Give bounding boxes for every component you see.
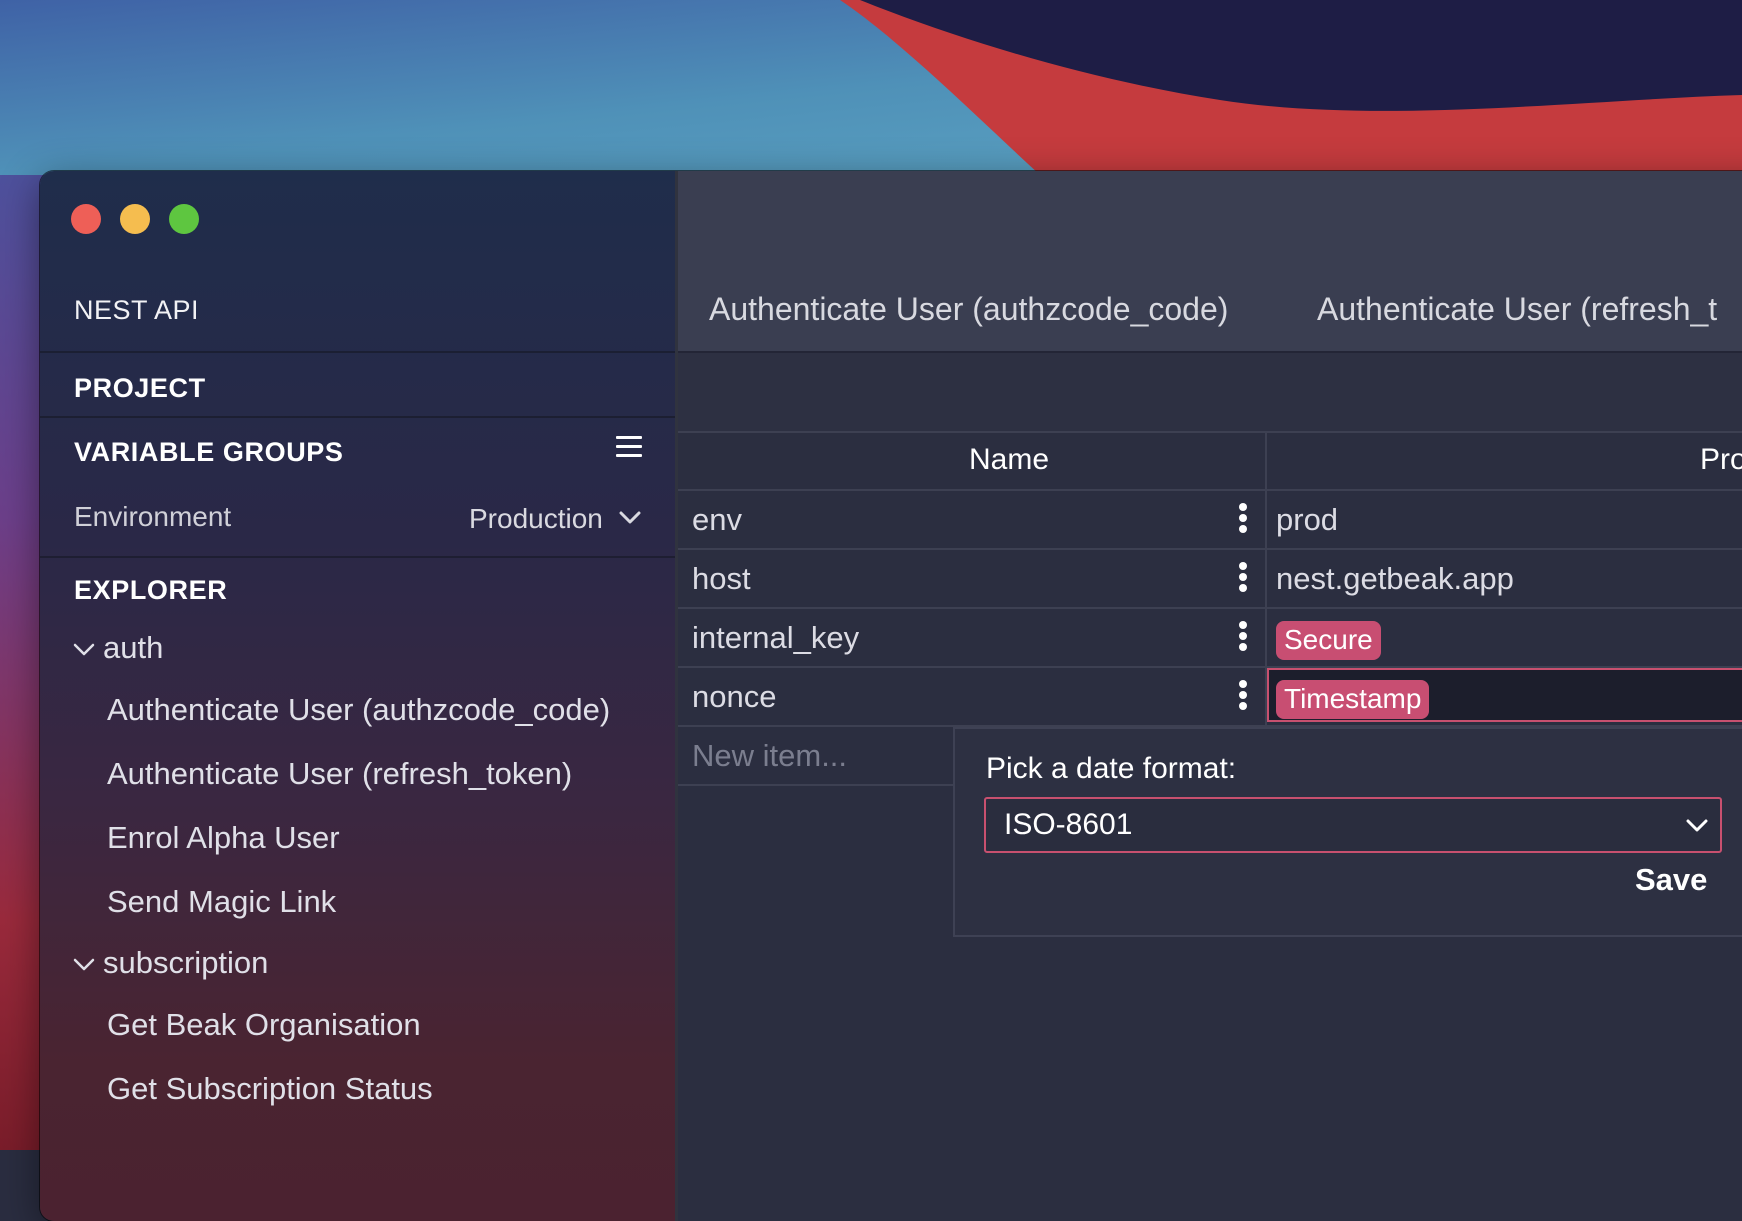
tree-item[interactable]: Get Beak Organisation xyxy=(107,1007,421,1043)
variable-name[interactable]: host xyxy=(692,561,751,597)
tree-item[interactable]: Send Magic Link xyxy=(107,884,336,920)
tab-bar: Authenticate User (authzcode_code) Authe… xyxy=(678,171,1742,351)
main-panel: Authenticate User (authzcode_code) Authe… xyxy=(678,171,1742,1221)
chevron-down-icon xyxy=(1686,819,1708,832)
tree-group-label: auth xyxy=(103,630,164,665)
project-title: NEST API xyxy=(74,295,200,325)
minimize-window-button[interactable] xyxy=(120,204,150,234)
column-header-name[interactable]: Name xyxy=(969,443,1049,477)
maximize-window-button[interactable] xyxy=(169,204,199,234)
more-vertical-icon[interactable] xyxy=(1239,680,1247,713)
section-project[interactable]: PROJECT xyxy=(74,373,206,404)
menu-icon[interactable] xyxy=(616,436,642,458)
variable-name[interactable]: internal_key xyxy=(692,620,859,656)
secure-badge[interactable]: Secure xyxy=(1276,621,1381,660)
tree-group-auth[interactable]: auth xyxy=(73,630,163,666)
variable-name[interactable]: nonce xyxy=(692,679,776,715)
variable-value[interactable]: prod xyxy=(1276,502,1338,538)
sidebar: NEST API PROJECT VARIABLE GROUPS Environ… xyxy=(40,171,678,1221)
date-format-label: Pick a date format: xyxy=(986,752,1237,785)
tree-item[interactable]: Authenticate User (refresh_token) xyxy=(107,756,572,792)
section-explorer[interactable]: EXPLORER xyxy=(74,575,227,606)
close-window-button[interactable] xyxy=(71,204,101,234)
divider xyxy=(678,489,1742,491)
divider xyxy=(40,416,675,418)
divider xyxy=(40,556,675,558)
column-header-production[interactable]: Produ xyxy=(1700,443,1742,477)
tree-item[interactable]: Enrol Alpha User xyxy=(107,820,340,856)
divider xyxy=(678,548,1742,550)
divider xyxy=(678,784,953,786)
tree-item[interactable]: Get Subscription Status xyxy=(107,1071,433,1107)
window-controls xyxy=(71,204,199,234)
section-variable-groups[interactable]: VARIABLE GROUPS xyxy=(74,437,344,468)
chevron-down-icon[interactable] xyxy=(619,511,641,525)
toolbar xyxy=(678,351,1742,433)
environment-label: Environment xyxy=(74,501,232,532)
tree-item[interactable]: Authenticate User (authzcode_code) xyxy=(107,692,610,728)
tab-authzcode[interactable]: Authenticate User (authzcode_code) xyxy=(709,291,1228,328)
save-button[interactable]: Save xyxy=(1635,862,1707,898)
tree-group-label: subscription xyxy=(103,945,269,980)
date-format-selected: ISO-8601 xyxy=(1004,808,1133,841)
more-vertical-icon[interactable] xyxy=(1239,503,1247,536)
app-window: NEST API PROJECT VARIABLE GROUPS Environ… xyxy=(40,171,1742,1221)
timestamp-badge[interactable]: Timestamp xyxy=(1276,680,1430,719)
variable-name[interactable]: env xyxy=(692,502,742,538)
environment-select[interactable]: Production xyxy=(469,503,603,535)
tab-refresh-token[interactable]: Authenticate User (refresh_t xyxy=(1317,291,1717,328)
date-format-popover: Pick a date format: ISO-8601 Save xyxy=(953,727,1742,937)
chevron-down-icon xyxy=(73,958,95,971)
variable-value[interactable]: nest.getbeak.app xyxy=(1276,561,1514,597)
date-format-select[interactable]: ISO-8601 xyxy=(984,797,1722,853)
divider xyxy=(40,351,675,353)
divider xyxy=(678,607,1742,609)
tree-group-subscription[interactable]: subscription xyxy=(73,945,268,981)
more-vertical-icon[interactable] xyxy=(1239,621,1247,654)
chevron-down-icon xyxy=(73,643,95,656)
new-item-input[interactable]: New item... xyxy=(692,738,847,774)
more-vertical-icon[interactable] xyxy=(1239,562,1247,595)
divider xyxy=(678,431,1742,433)
